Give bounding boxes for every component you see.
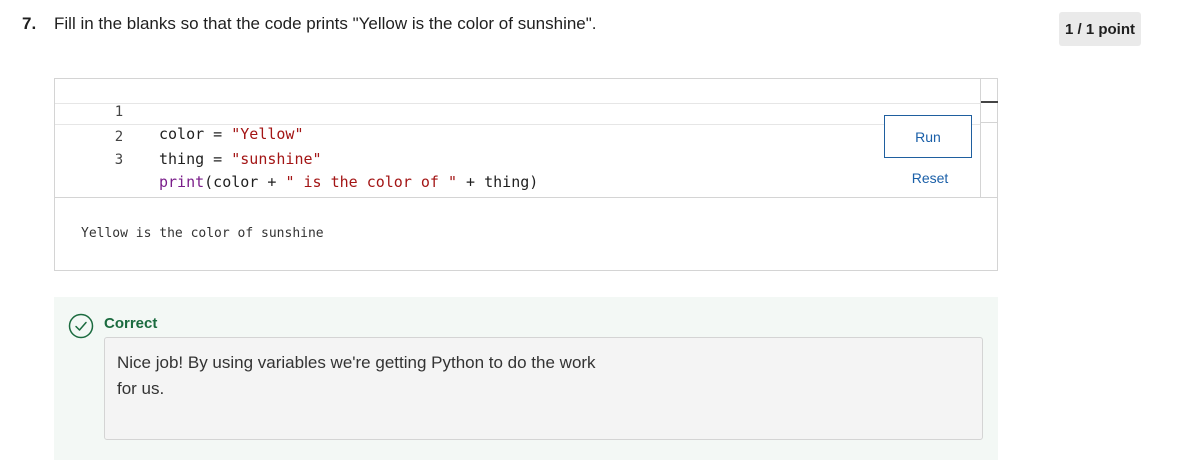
output-text: Yellow is the color of sunshine xyxy=(81,226,324,241)
run-button[interactable]: Run xyxy=(884,115,972,158)
feedback-message: Nice job! By using variables we're getti… xyxy=(117,353,596,398)
check-circle-icon xyxy=(68,313,94,339)
scrollbar-thumb[interactable] xyxy=(981,101,998,123)
question-header: 7. Fill in the blanks so that the code p… xyxy=(22,14,597,34)
correct-label: Correct xyxy=(104,315,158,332)
question-number: 7. xyxy=(22,14,37,33)
code-editor[interactable]: 1 color = "Yellow" 2 thing = "sunshine" … xyxy=(54,78,998,198)
reset-link[interactable]: Reset xyxy=(901,170,959,186)
feedback-message-box: Nice job! By using variables we're getti… xyxy=(104,337,983,440)
code-line-3[interactable]: 3 print(color + " is the color of " + th… xyxy=(55,127,980,191)
editor-scrollbar[interactable] xyxy=(980,79,998,197)
score-badge: 1 / 1 point xyxy=(1059,12,1141,46)
feedback-panel: Correct Nice job! By using variables we'… xyxy=(54,297,998,460)
output-panel: Yellow is the color of sunshine xyxy=(54,198,998,271)
code-line-1[interactable]: 1 color = "Yellow" xyxy=(55,79,980,143)
line-number: 3 xyxy=(114,152,124,168)
code-text[interactable]: thing = "sunshine" xyxy=(159,148,322,170)
code-line-2[interactable]: 2 thing = "sunshine" xyxy=(55,103,980,168)
question-prompt: Fill in the blanks so that the code prin… xyxy=(54,14,597,33)
code-text[interactable]: print(color + " is the color of " + thin… xyxy=(159,171,538,193)
